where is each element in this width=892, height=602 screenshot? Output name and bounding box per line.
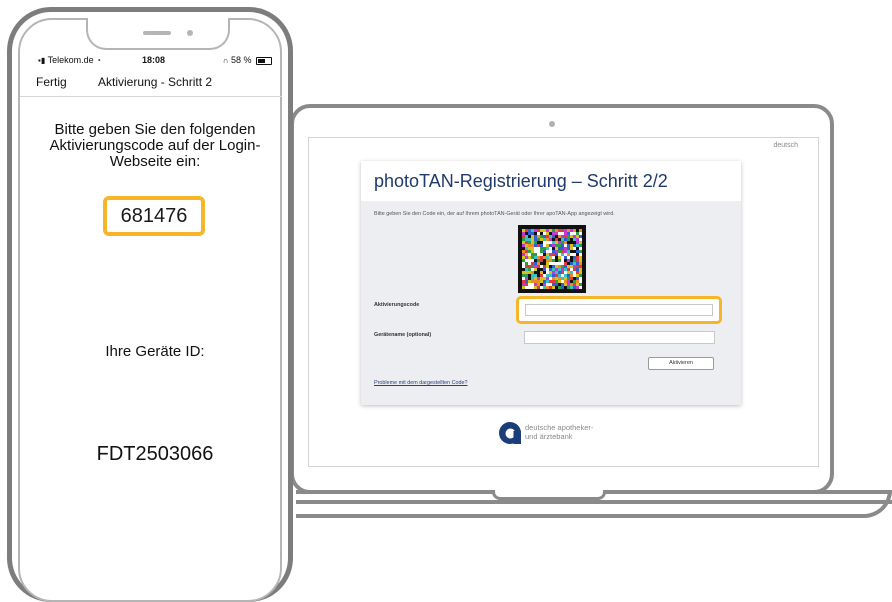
battery-icon [256,56,272,65]
activate-button[interactable]: Aktivieren [648,357,714,370]
problem-code-link[interactable]: Probleme mit dem dargestellten Code? [374,380,468,386]
battery-percent: 58 % [230,55,252,65]
language-link[interactable]: deutsch [773,142,798,149]
activation-code: 681476 [103,196,205,236]
bank-name-line1: deutsche apotheker- [525,423,594,432]
qr-code [518,225,586,293]
page-title: photoTAN-Registrierung – Schritt 2/2 [374,171,668,191]
phone-speaker [143,31,171,35]
bank-logo-icon [499,422,521,444]
phone-front-camera [187,30,193,36]
laptop-screen: deutsch photoTAN-Registrierung – Schritt… [308,137,819,467]
activation-instruction: Bitte geben Sie den folgenden Aktivierun… [49,121,261,170]
status-bar: ▪▮ Telekom.de ◔ 18:08 ∩ 58 % [30,55,280,67]
laptop-trackpad-notch [492,490,606,500]
activation-code-input[interactable] [525,304,713,316]
laptop-camera [549,121,555,127]
laptop-base-hinge [296,500,892,504]
bank-name: deutsche apotheker- und ärztebank [525,423,635,441]
registration-card: photoTAN-Registrierung – Schritt 2/2 Bit… [361,161,741,405]
bank-name-line2: und ärztebank [525,432,573,441]
phone-screen [18,18,282,602]
device-id: FDT2503066 [96,443,214,465]
headphone-icon: ∩ [222,56,229,65]
activation-code-highlight [516,296,722,324]
device-id-label: Ihre Geräte ID: [105,343,205,360]
nav-title: Aktivierung - Schritt 2 [98,75,213,89]
qr-code-pattern [522,229,582,289]
signal-icon: ▪▮ [38,56,46,65]
device-name-label: Gerätename (optional) [374,332,432,338]
activation-code-label: Aktivierungscode [374,302,420,308]
instruction-text: Bitte geben Sie den Code ein, der auf Ih… [374,211,615,217]
phone-nav-bar: Fertig Aktivierung - Schritt 2 [20,70,282,97]
wifi-icon: ◔ [96,56,101,65]
carrier-name: Telekom.de [47,55,94,65]
battery-status: ∩ 58 % [223,55,272,65]
done-button[interactable]: Fertig [36,75,67,89]
status-time: 18:08 [142,55,166,65]
carrier: ▪▮ Telekom.de ◔ [38,55,101,65]
device-name-input[interactable] [524,331,715,344]
